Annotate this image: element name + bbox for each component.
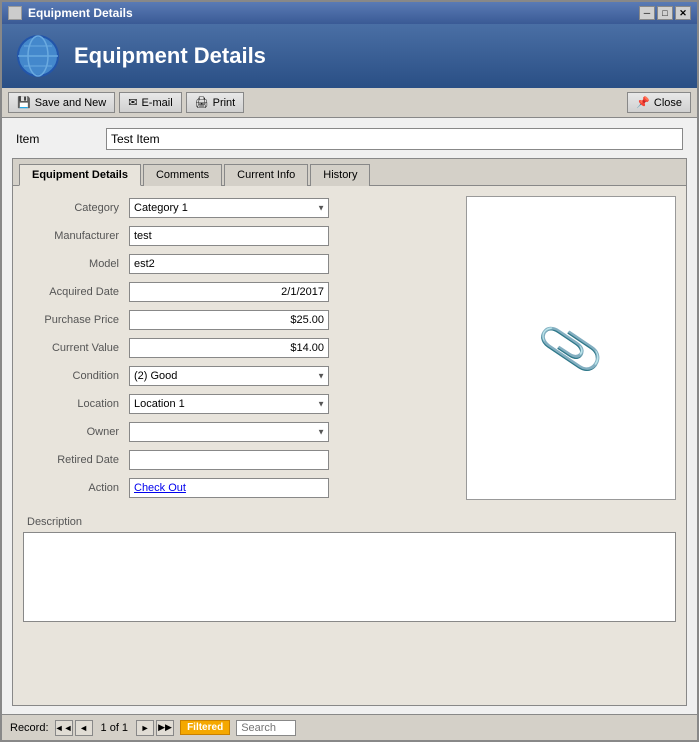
content-area: Item Equipment Details Comments Current … xyxy=(2,118,697,714)
window-icon xyxy=(8,6,22,20)
form-fields: Category Category 1 Category 2 Manufactu… xyxy=(23,196,446,500)
email-button[interactable]: ✉ E-mail xyxy=(119,92,181,113)
description-section: Description xyxy=(23,516,676,622)
save-and-new-button[interactable]: 💾 Save and New xyxy=(8,92,115,113)
purchase-price-label: Purchase Price xyxy=(23,314,123,326)
globe-icon xyxy=(14,32,62,80)
toolbar: 💾 Save and New ✉ E-mail 🖨 Print 📌 Close xyxy=(2,88,697,118)
paperclip-icon: 📎 xyxy=(535,313,607,384)
category-select-wrapper: Category 1 Category 2 xyxy=(129,198,329,218)
category-label: Category xyxy=(23,202,123,214)
tabs-bar: Equipment Details Comments Current Info … xyxy=(13,159,686,185)
location-select-wrapper: Location 1 Location 2 xyxy=(129,394,329,414)
print-icon: 🖨 xyxy=(195,96,209,109)
record-label: Record: xyxy=(10,722,49,734)
record-nav: ◄◄ ◄ 1 of 1 ► ▶▶ xyxy=(55,720,175,736)
acquired-date-input[interactable] xyxy=(129,282,329,302)
action-label: Action xyxy=(23,482,123,494)
manufacturer-input[interactable] xyxy=(129,226,329,246)
close-icon: 📌 xyxy=(636,96,650,109)
restore-button[interactable]: □ xyxy=(657,6,673,20)
record-info: 1 of 1 xyxy=(95,722,135,734)
retired-date-row: Retired Date xyxy=(23,448,446,472)
purchase-price-input[interactable] xyxy=(129,310,329,330)
action-row: Action Check Out xyxy=(23,476,446,500)
action-field: Check Out xyxy=(129,478,329,498)
current-value-row: Current Value xyxy=(23,336,446,360)
check-out-link[interactable]: Check Out xyxy=(134,482,186,494)
current-value-input[interactable] xyxy=(129,338,329,358)
retired-date-label: Retired Date xyxy=(23,454,123,466)
owner-select[interactable] xyxy=(129,422,329,442)
search-input[interactable] xyxy=(236,720,296,736)
form-section: Category Category 1 Category 2 Manufactu… xyxy=(23,196,676,500)
owner-select-wrapper xyxy=(129,422,329,442)
condition-select[interactable]: (1) Excellent (2) Good (3) Fair (4) Poor xyxy=(129,366,329,386)
location-label: Location xyxy=(23,398,123,410)
prev-record-button[interactable]: ◄ xyxy=(75,720,93,736)
model-label: Model xyxy=(23,258,123,270)
owner-label: Owner xyxy=(23,426,123,438)
header-title: Equipment Details xyxy=(74,43,266,69)
status-bar: Record: ◄◄ ◄ 1 of 1 ► ▶▶ Filtered xyxy=(2,714,697,740)
location-row: Location Location 1 Location 2 xyxy=(23,392,446,416)
header-banner: Equipment Details xyxy=(2,24,697,88)
owner-row: Owner xyxy=(23,420,446,444)
filtered-badge: Filtered xyxy=(180,720,230,735)
item-label: Item xyxy=(16,132,96,146)
category-row: Category Category 1 Category 2 xyxy=(23,196,446,220)
tab-history[interactable]: History xyxy=(310,164,370,186)
item-input[interactable] xyxy=(106,128,683,150)
email-label: E-mail xyxy=(141,97,172,109)
condition-row: Condition (1) Excellent (2) Good (3) Fai… xyxy=(23,364,446,388)
acquired-date-label: Acquired Date xyxy=(23,286,123,298)
close-label: Close xyxy=(654,97,682,109)
next-record-button[interactable]: ► xyxy=(136,720,154,736)
title-bar-left: Equipment Details xyxy=(8,6,133,20)
description-label: Description xyxy=(23,516,676,528)
category-select[interactable]: Category 1 Category 2 xyxy=(129,198,329,218)
first-record-button[interactable]: ◄◄ xyxy=(55,720,73,736)
print-label: Print xyxy=(213,97,236,109)
description-input[interactable] xyxy=(23,532,676,622)
item-row: Item xyxy=(12,126,687,152)
minimize-button[interactable]: ─ xyxy=(639,6,655,20)
retired-date-input[interactable] xyxy=(129,450,329,470)
location-select[interactable]: Location 1 Location 2 xyxy=(129,394,329,414)
tab-equipment-details[interactable]: Equipment Details xyxy=(19,164,141,186)
purchase-price-row: Purchase Price xyxy=(23,308,446,332)
window-close-button[interactable]: ✕ xyxy=(675,6,691,20)
current-value-label: Current Value xyxy=(23,342,123,354)
window-title: Equipment Details xyxy=(28,6,133,20)
condition-select-wrapper: (1) Excellent (2) Good (3) Fair (4) Poor xyxy=(129,366,329,386)
model-input[interactable] xyxy=(129,254,329,274)
tabs-container: Equipment Details Comments Current Info … xyxy=(12,158,687,706)
save-and-new-label: Save and New xyxy=(35,97,107,109)
last-record-button[interactable]: ▶▶ xyxy=(156,720,174,736)
manufacturer-row: Manufacturer xyxy=(23,224,446,248)
image-panel: 📎 xyxy=(466,196,676,500)
tab-current-info[interactable]: Current Info xyxy=(224,164,308,186)
tab-comments[interactable]: Comments xyxy=(143,164,222,186)
close-button[interactable]: 📌 Close xyxy=(627,92,691,113)
save-icon: 💾 xyxy=(17,96,31,109)
condition-label: Condition xyxy=(23,370,123,382)
manufacturer-label: Manufacturer xyxy=(23,230,123,242)
model-row: Model xyxy=(23,252,446,276)
main-window: Equipment Details ─ □ ✕ Equipment Detail… xyxy=(0,0,699,742)
acquired-date-row: Acquired Date xyxy=(23,280,446,304)
title-bar-controls: ─ □ ✕ xyxy=(639,6,691,20)
email-icon: ✉ xyxy=(128,96,137,109)
title-bar: Equipment Details ─ □ ✕ xyxy=(2,2,697,24)
equipment-details-tab-content: Category Category 1 Category 2 Manufactu… xyxy=(13,185,686,705)
print-button[interactable]: 🖨 Print xyxy=(186,92,245,113)
